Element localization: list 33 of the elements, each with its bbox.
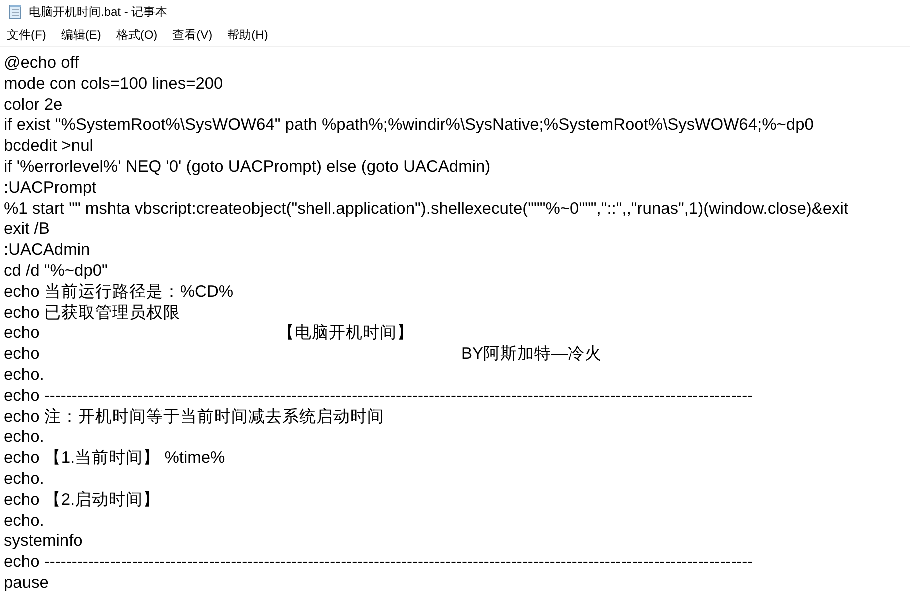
code-line: echo 【2.启动时间】 <box>4 490 162 511</box>
code-line: exit /B <box>4 219 51 240</box>
code-line: @echo off <box>4 53 80 74</box>
code-line: echo --------------------------------------------------------------------------------------------------------------------------------- <box>4 552 754 573</box>
menu-item[interactable]: 文件(F) <box>7 26 46 44</box>
code-line: bcdedit >nul <box>4 136 94 157</box>
code-line: %1 start "" mshta vbscript:createobject("shell.application").shellexecute("""%~0""","::",,"runas",1)(window.close)&exit <box>4 198 850 220</box>
code-line: echo. <box>4 468 46 490</box>
code-line: echo. <box>4 427 46 448</box>
menu-item[interactable]: 格式(O) <box>116 26 158 44</box>
code-line: :UACAdmin <box>4 240 92 261</box>
code-line: echo. <box>4 364 46 386</box>
code-line: systeminfo <box>4 531 84 552</box>
notepad-icon <box>9 4 23 20</box>
code-line: echo. <box>4 510 46 532</box>
code-line: echo --------------------------------------------------------------------------------------------------------------------------------- <box>4 386 754 407</box>
code-line: pause <box>4 572 50 594</box>
code-line: mode con cols=100 lines=200 <box>4 74 224 95</box>
window-title: 电脑开机时间.bat - 记事本 <box>29 4 168 20</box>
code-line: echo 【电脑开机时间】 <box>4 323 416 344</box>
code-line: echo 注：开机时间等于当前时间减去系统启动时间 <box>4 406 386 428</box>
code-line: :UACPrompt <box>4 178 98 199</box>
menu-item[interactable]: 帮助(H) <box>228 26 268 44</box>
code-line: cd /d "%~dp0" <box>4 260 109 282</box>
code-line: echo 【1.当前时间】 %time% <box>4 448 226 469</box>
code-line: echo 当前运行路径是：%CD% <box>4 282 235 303</box>
code-line: if '%errorlevel%' NEQ '0' (goto UACPrompt) else (goto UACAdmin) <box>4 156 492 178</box>
menu-item[interactable]: 编辑(E) <box>61 26 102 44</box>
code-line: echo BY阿斯加特—冷火 <box>4 344 604 365</box>
menu-item[interactable]: 查看(V) <box>172 26 213 44</box>
code-line: color 2e <box>4 94 64 116</box>
code-line: echo 已获取管理员权限 <box>4 302 182 324</box>
code-line: if exist "%SystemRoot%\SysWOW64" path %path%;%windir%\SysNative;%SystemRoot%\SysWOW64;%~dp0 <box>4 115 815 136</box>
